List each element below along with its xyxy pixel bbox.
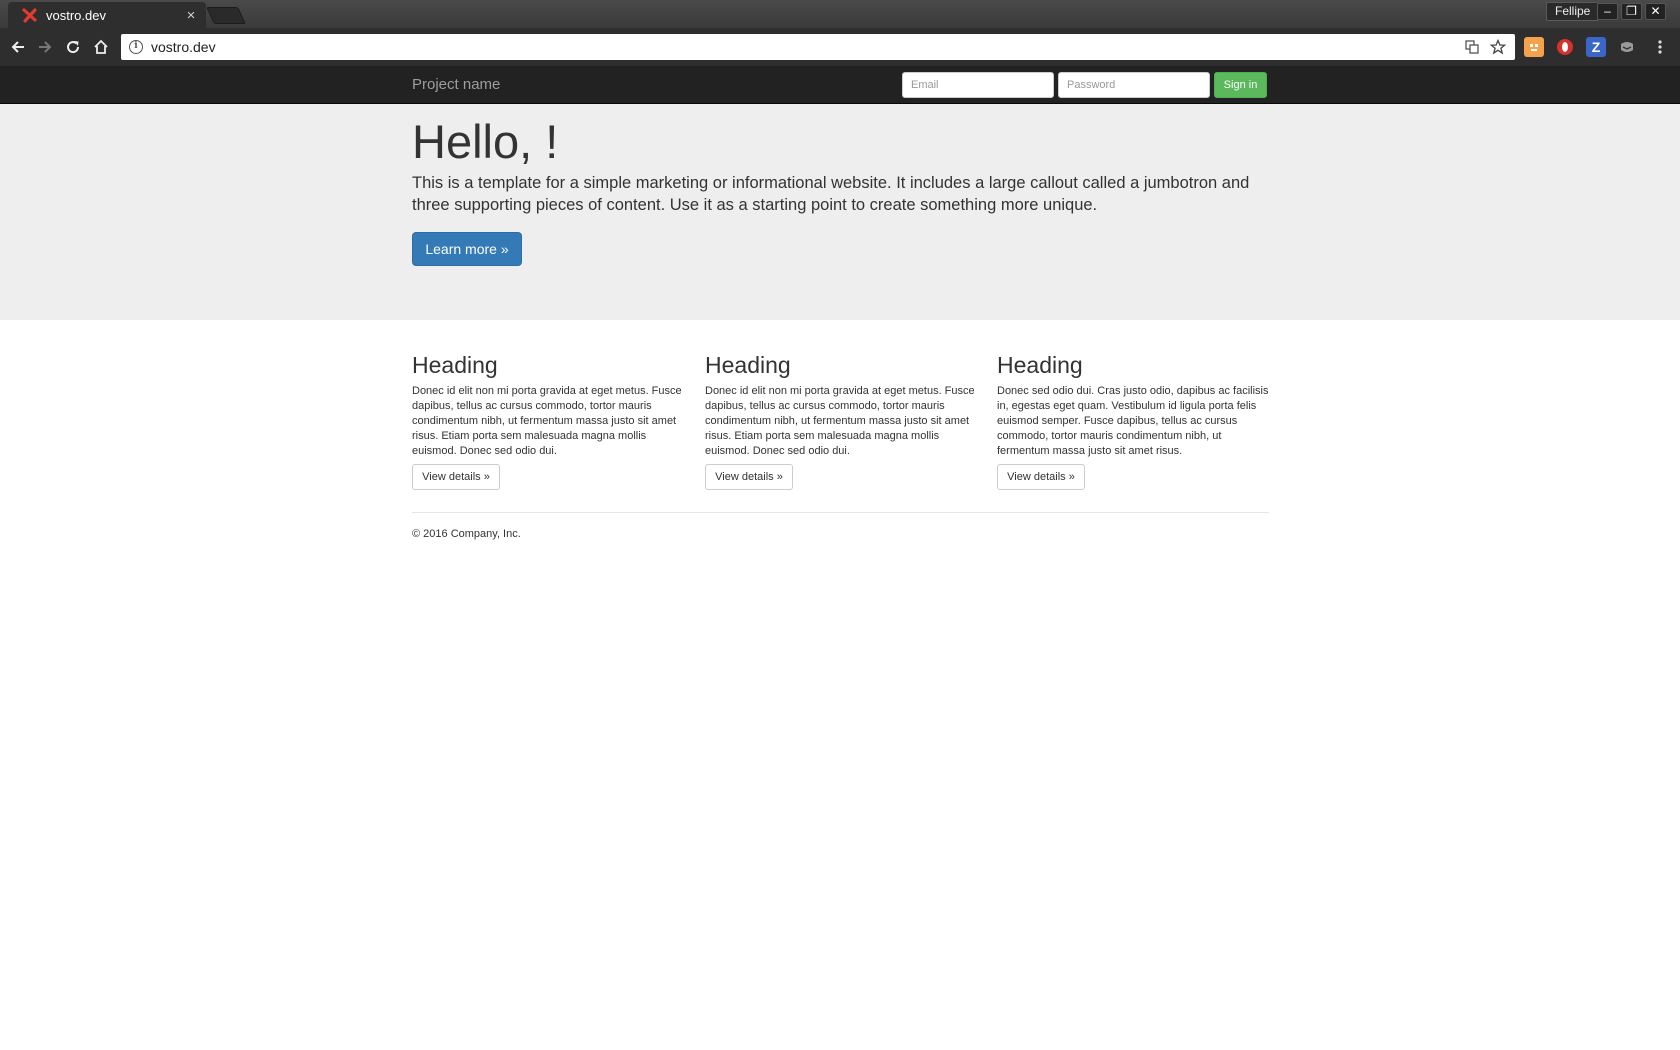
footer-divider	[412, 512, 1269, 513]
tab-close-icon[interactable]: ×	[182, 7, 200, 24]
forward-button[interactable]	[33, 35, 57, 59]
sign-in-button[interactable]: Sign in	[1214, 72, 1267, 98]
browser-tabstrip: vostro.dev × Fellipe – ❐ ✕	[0, 0, 1680, 28]
column-text: Donec id elit non mi porta gravida at eg…	[412, 385, 682, 457]
address-bar[interactable]: i vostro.dev	[121, 34, 1515, 60]
extension-3-icon[interactable]: Z	[1586, 37, 1606, 57]
reload-button[interactable]	[61, 35, 85, 59]
extension-2-icon[interactable]	[1555, 37, 1575, 57]
column-text: Donec id elit non mi porta gravida at eg…	[705, 385, 975, 457]
jumbotron-title: Hello, !	[412, 115, 559, 168]
password-field[interactable]	[1058, 72, 1210, 98]
translate-icon[interactable]	[1463, 38, 1481, 56]
address-url[interactable]: vostro.dev	[151, 39, 1463, 55]
tab-title: vostro.dev	[46, 7, 106, 23]
reload-icon	[67, 41, 80, 54]
extension-4-icon[interactable]	[1617, 37, 1637, 57]
navbar-brand[interactable]: Project name	[412, 76, 500, 93]
footer-copyright: © 2016 Company, Inc.	[412, 528, 521, 540]
column-heading: Heading	[997, 352, 1083, 378]
site-info-icon[interactable]: i	[129, 40, 143, 54]
bookmark-star-icon[interactable]	[1489, 38, 1507, 56]
profile-button[interactable]: Fellipe	[1546, 2, 1600, 21]
home-button[interactable]	[89, 35, 113, 59]
column-heading: Heading	[705, 352, 791, 378]
browser-toolbar: i vostro.dev Z	[0, 28, 1680, 66]
column-text: Donec sed odio dui. Cras justo odio, dap…	[997, 385, 1269, 457]
web-page: Project name Sign in Hello, ! This is a …	[0, 66, 1680, 1050]
view-details-button[interactable]: View details »	[412, 464, 500, 490]
jumbotron: Hello, ! This is a template for a simple…	[0, 104, 1680, 320]
back-button[interactable]	[6, 35, 30, 59]
view-details-button[interactable]: View details »	[997, 464, 1085, 490]
extension-1-icon[interactable]	[1524, 37, 1544, 57]
learn-more-button[interactable]: Learn more »	[412, 232, 522, 266]
back-arrow-icon	[11, 41, 24, 53]
new-tab-button[interactable]	[206, 7, 246, 24]
view-details-button[interactable]: View details »	[705, 464, 793, 490]
restore-button[interactable]: ❐	[1621, 3, 1642, 20]
home-icon	[94, 39, 108, 54]
close-window-button[interactable]: ✕	[1645, 3, 1666, 20]
email-field[interactable]	[902, 72, 1054, 98]
browser-tab[interactable]: vostro.dev ×	[8, 2, 206, 28]
browser-menu-icon[interactable]	[1650, 37, 1670, 57]
minimize-button[interactable]: –	[1597, 3, 1618, 20]
site-favicon-icon	[22, 8, 37, 23]
forward-arrow-icon	[39, 41, 52, 53]
column-heading: Heading	[412, 352, 498, 378]
site-navbar: Project name Sign in	[0, 66, 1680, 104]
jumbotron-lead: This is a template for a simple marketin…	[412, 174, 1250, 214]
